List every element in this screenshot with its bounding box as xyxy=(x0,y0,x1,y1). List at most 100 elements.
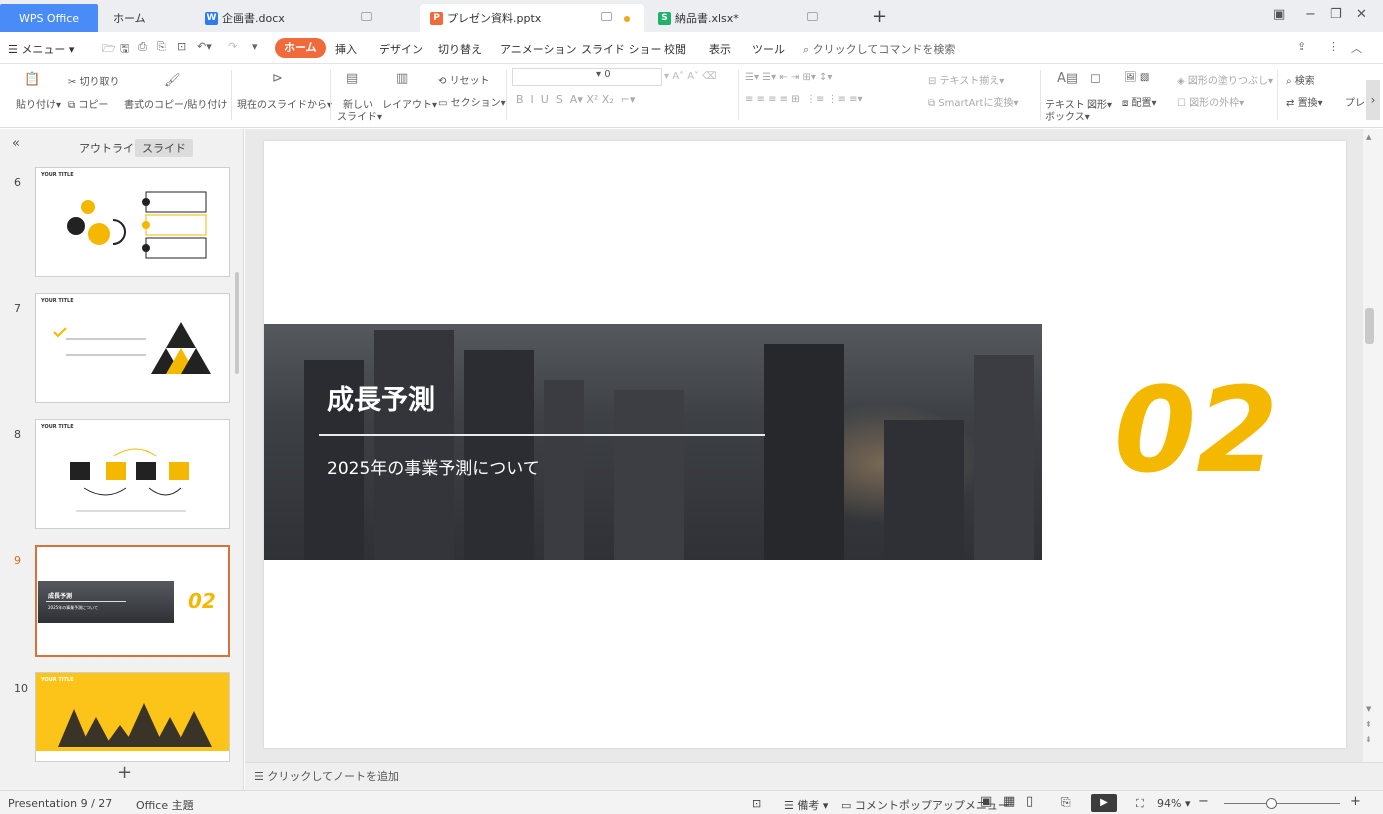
scroll-down-icon[interactable]: ▼ xyxy=(1366,705,1371,713)
shape-fill-button[interactable]: ◈ 図形の塗りつぶし▾ xyxy=(1177,72,1273,87)
replace-button[interactable]: ⇄ 置換▾ xyxy=(1286,94,1323,109)
new-slide-icon[interactable]: ▤ xyxy=(346,71,358,86)
play-from-current-button[interactable]: 現在のスライドから▾ xyxy=(237,96,332,111)
more-options-icon[interactable]: ⋮ xyxy=(1328,40,1339,53)
shape-button[interactable]: 図形▾ xyxy=(1087,96,1112,111)
font-name-select[interactable] xyxy=(512,68,662,86)
window-layout-icon[interactable]: ▣ xyxy=(1273,7,1285,22)
font-size-controls[interactable]: ▾ A˄ A˅ ⌫ xyxy=(664,71,716,82)
text-format-buttons[interactable]: B I U S A▾ X² X₂ ⌐▾ xyxy=(516,93,635,106)
notes-input[interactable]: ☰ クリックしてノートを追加 xyxy=(254,768,399,784)
quick-access-dropdown-icon[interactable]: ▾ xyxy=(252,40,258,53)
restore-icon[interactable]: ❐ xyxy=(1330,7,1342,22)
fit-slide-icon[interactable]: ⊡ xyxy=(752,797,761,810)
menu-tab-animation[interactable]: アニメーション xyxy=(500,41,577,57)
zoom-slider-knob[interactable] xyxy=(1266,798,1277,809)
collapse-panel-icon[interactable]: « xyxy=(12,136,20,151)
reading-view-icon[interactable]: ▯ xyxy=(1026,794,1033,809)
scroll-up-icon[interactable]: ▲ xyxy=(1366,133,1371,141)
command-search-input[interactable]: ⌕ クリックしてコマンドを検索 xyxy=(803,41,955,57)
ribbon-overflow-button[interactable]: プレ xyxy=(1345,94,1365,109)
notes-toggle[interactable]: ☰ 備考 ▾ xyxy=(784,797,828,813)
normal-view-icon[interactable]: ▣ xyxy=(980,794,992,809)
zoom-in-icon[interactable]: + xyxy=(1350,794,1361,809)
add-slide-plus-icon[interactable]: + xyxy=(117,762,132,783)
current-slide-canvas[interactable]: 成長予測 2025年の事業予測について 02 xyxy=(264,141,1346,748)
slide-thumbnail-7[interactable]: YOUR TITLE xyxy=(35,293,230,403)
share-icon[interactable]: ⇪ xyxy=(1297,40,1306,53)
shape-outline-button[interactable]: ☐ 図形の外枠▾ xyxy=(1177,94,1244,109)
minimize-icon[interactable]: − xyxy=(1305,7,1316,22)
menu-tab-design[interactable]: デザイン xyxy=(379,41,423,57)
fit-window-icon[interactable]: ⛶ xyxy=(1136,797,1144,811)
format-painter-icon[interactable]: 🖌 xyxy=(164,73,181,88)
previous-slide-icon[interactable]: ⇞ xyxy=(1365,720,1372,729)
undo-icon[interactable]: ↶▾ xyxy=(197,40,212,53)
zoom-level[interactable]: 94% ▾ xyxy=(1157,797,1190,810)
section-number[interactable]: 02 xyxy=(1114,371,1278,489)
theme-name[interactable]: Office 主題 xyxy=(136,797,194,813)
reset-button[interactable]: ⟲ リセット xyxy=(438,72,490,87)
textbox-button-line2[interactable]: ボックス▾ xyxy=(1045,108,1090,123)
layout-button[interactable]: レイアウト▾ xyxy=(382,96,437,111)
layout-icon[interactable]: ▥ xyxy=(396,71,408,86)
save-icon[interactable]: 🖫 xyxy=(120,40,129,59)
panel-scrollbar[interactable] xyxy=(235,272,239,374)
menu-tab-home[interactable]: ホーム xyxy=(275,38,326,58)
tab-home[interactable]: ホーム xyxy=(103,4,188,32)
export-icon[interactable]: ⊡ xyxy=(177,40,186,53)
arrange-button[interactable]: ⧈ 配置▾ xyxy=(1122,94,1157,109)
vertical-scroll-thumb[interactable] xyxy=(1365,308,1374,344)
section-button[interactable]: ▭ セクション▾ xyxy=(438,94,506,109)
next-slide-icon[interactable]: ⇟ xyxy=(1365,735,1372,744)
zoom-out-icon[interactable]: − xyxy=(1198,794,1209,809)
zoom-slider-track[interactable] xyxy=(1224,803,1340,804)
menu-tab-insert[interactable]: 挿入 xyxy=(335,41,357,57)
slideshow-play-icon[interactable]: ▶ xyxy=(1091,794,1117,812)
slide-subtitle[interactable]: 2025年の事業予測について xyxy=(327,454,540,479)
cut-button[interactable]: ✂ 切り取り xyxy=(68,73,120,88)
font-size-select[interactable]: ▾ 0 xyxy=(596,69,611,80)
textbox-icon[interactable]: A▤ xyxy=(1057,71,1078,86)
tab-presentation[interactable]: P プレゼン資料.pptx xyxy=(420,4,644,32)
slide-thumbnail-8[interactable]: YOUR TITLE xyxy=(35,419,230,529)
menu-tab-tools[interactable]: ツール xyxy=(752,41,785,57)
screenshot-icon[interactable]: ⎘ xyxy=(1061,795,1071,810)
close-icon[interactable]: ✕ xyxy=(1356,7,1367,22)
print-preview-icon[interactable]: ⎘ xyxy=(157,40,166,54)
menu-tab-transitions[interactable]: 切り替え xyxy=(438,41,482,57)
vertical-scrollbar[interactable] xyxy=(1363,129,1383,762)
menu-tab-slideshow[interactable]: スライド ショー xyxy=(581,41,662,57)
new-slide-button-line2[interactable]: スライド▾ xyxy=(337,108,382,123)
slide-title[interactable]: 成長予測 xyxy=(327,378,435,417)
slide-sorter-icon[interactable]: ▦ xyxy=(1003,794,1015,809)
tab-wps-office[interactable]: WPS Office xyxy=(0,4,98,32)
print-icon[interactable]: ⎙ xyxy=(138,40,147,54)
redo-icon[interactable]: ↷ xyxy=(228,40,237,53)
menu-tab-review[interactable]: 校閲 xyxy=(664,41,686,57)
picture-buttons[interactable]: 🖼 ▧ xyxy=(1124,72,1149,83)
notes-pane[interactable] xyxy=(245,762,1383,790)
city-banner-image[interactable]: 成長予測 2025年の事業予測について xyxy=(264,324,1042,560)
tab-document[interactable]: W 企画書.docx xyxy=(195,4,412,32)
play-from-current-icon[interactable]: ⊳ xyxy=(272,71,283,86)
slide-thumbnail-6[interactable]: YOUR TITLE xyxy=(35,167,230,277)
find-button[interactable]: ⌕ 検索 xyxy=(1286,72,1315,87)
paragraph-align-buttons[interactable]: ≡ ≡ ≡ ≡ ⊞ ⋮≡ ⋮≡ ≡▾ xyxy=(745,94,862,105)
text-align-button[interactable]: ⊟ テキスト揃え▾ xyxy=(928,72,1004,87)
main-menu-button[interactable]: ☰ メニュー ▾ xyxy=(8,41,74,57)
collapse-ribbon-icon[interactable]: ︿ xyxy=(1351,40,1362,56)
open-file-icon[interactable]: 🗁 xyxy=(102,40,116,59)
slide-thumbnail-10[interactable]: YOUR TITLE xyxy=(35,672,230,762)
paste-button[interactable]: 貼り付け▾ xyxy=(16,96,61,111)
shape-icon[interactable]: ◻ xyxy=(1090,71,1101,86)
list-format-buttons[interactable]: ☰▾ ☰▾ ⇤ ⇥ ⊞▾ ↕▾ xyxy=(745,72,832,83)
copy-button[interactable]: ⧉ コピー xyxy=(68,96,108,111)
slide-thumbnail-9[interactable]: 成長予測 2025年の事業予測について 02 xyxy=(35,545,230,657)
new-tab-plus-icon[interactable]: + xyxy=(872,6,887,27)
smartart-button[interactable]: ⧉ SmartArtに変換▾ xyxy=(928,94,1018,109)
paste-icon[interactable]: 📋 xyxy=(24,72,40,87)
ribbon-scroll-right-icon[interactable]: › xyxy=(1366,80,1380,120)
format-copy-button[interactable]: 書式のコピー/貼り付け xyxy=(124,96,227,111)
tab-slides[interactable]: スライド xyxy=(135,139,193,157)
